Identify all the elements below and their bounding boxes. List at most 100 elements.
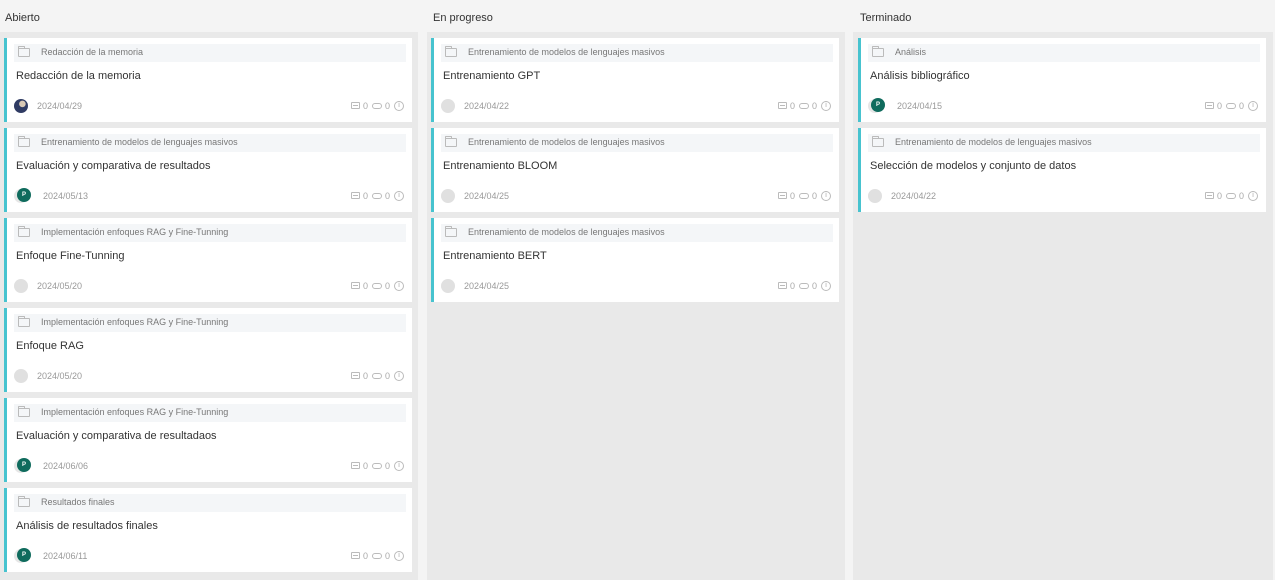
- comment-count: 0: [362, 100, 368, 111]
- avatar-placeholder[interactable]: [14, 279, 28, 293]
- card-title[interactable]: Entrenamiento BERT: [443, 250, 547, 262]
- card-title[interactable]: Entrenamiento BLOOM: [443, 160, 557, 172]
- comment-count: 0: [789, 190, 795, 201]
- comment-count: 0: [362, 370, 368, 381]
- category-tag[interactable]: Implementación enfoques RAG y Fine-Tunni…: [14, 224, 406, 242]
- folder-icon: [445, 136, 457, 147]
- attachment-icon[interactable]: [1225, 102, 1236, 109]
- task-card[interactable]: Implementación enfoques RAG y Fine-Tunni…: [4, 398, 412, 482]
- info-icon[interactable]: i: [394, 100, 404, 111]
- avatar-initial: P: [871, 98, 885, 112]
- avatar-placeholder[interactable]: [868, 189, 882, 203]
- info-icon[interactable]: i: [394, 460, 404, 471]
- category-tag[interactable]: Entrenamiento de modelos de lenguajes ma…: [441, 44, 833, 62]
- avatar[interactable]: P: [14, 188, 31, 203]
- task-card[interactable]: Implementación enfoques RAG y Fine-Tunni…: [4, 218, 412, 302]
- avatar-initial: P: [17, 458, 31, 472]
- info-icon[interactable]: i: [1248, 190, 1258, 201]
- task-card[interactable]: Entrenamiento de modelos de lenguajes ma…: [4, 128, 412, 212]
- comment-icon[interactable]: [1204, 102, 1214, 110]
- category-tag[interactable]: Implementación enfoques RAG y Fine-Tunni…: [14, 404, 406, 422]
- category-tag[interactable]: Análisis: [868, 44, 1260, 62]
- task-card[interactable]: Entrenamiento de modelos de lenguajes ma…: [431, 128, 839, 212]
- avatar-placeholder[interactable]: [14, 369, 28, 383]
- attachment-icon[interactable]: [371, 462, 382, 469]
- attachment-icon[interactable]: [371, 192, 382, 199]
- card-title[interactable]: Evaluación y comparativa de resultadaos: [16, 430, 217, 442]
- card-title[interactable]: Análisis bibliográfico: [870, 70, 970, 82]
- attachment-icon[interactable]: [798, 102, 809, 109]
- category-label: Implementación enfoques RAG y Fine-Tunni…: [41, 407, 229, 417]
- task-card[interactable]: Entrenamiento de modelos de lenguajes ma…: [431, 38, 839, 122]
- card-title[interactable]: Enfoque RAG: [16, 340, 84, 352]
- info-icon[interactable]: i: [1248, 100, 1258, 111]
- attachment-icon[interactable]: [798, 282, 809, 289]
- card-title[interactable]: Selección de modelos y conjunto de datos: [870, 160, 1076, 172]
- comment-icon[interactable]: [1204, 192, 1214, 200]
- category-tag[interactable]: Entrenamiento de modelos de lenguajes ma…: [868, 134, 1260, 152]
- attachment-icon[interactable]: [1225, 192, 1236, 199]
- info-icon[interactable]: i: [394, 370, 404, 381]
- info-icon[interactable]: i: [821, 190, 831, 201]
- comment-icon[interactable]: [350, 462, 360, 470]
- attachment-icon[interactable]: [371, 102, 382, 109]
- task-card[interactable]: Entrenamiento de modelos de lenguajes ma…: [431, 218, 839, 302]
- info-icon[interactable]: i: [821, 280, 831, 291]
- category-tag[interactable]: Entrenamiento de modelos de lenguajes ma…: [441, 134, 833, 152]
- folder-icon: [445, 46, 457, 57]
- comment-count: 0: [362, 550, 368, 561]
- category-label: Resultados finales: [41, 497, 115, 507]
- comment-icon[interactable]: [350, 102, 360, 110]
- info-icon[interactable]: i: [394, 550, 404, 561]
- task-card[interactable]: Entrenamiento de modelos de lenguajes ma…: [858, 128, 1266, 212]
- comment-icon[interactable]: [350, 372, 360, 380]
- comment-icon[interactable]: [777, 192, 787, 200]
- avatar-placeholder[interactable]: [441, 189, 455, 203]
- info-icon[interactable]: i: [821, 100, 831, 111]
- attachment-icon[interactable]: [371, 372, 382, 379]
- comment-icon[interactable]: [350, 282, 360, 290]
- avatar[interactable]: P: [14, 458, 31, 473]
- category-tag[interactable]: Entrenamiento de modelos de lenguajes ma…: [14, 134, 406, 152]
- due-date: 2024/04/25: [464, 191, 510, 201]
- card-title[interactable]: Redacción de la memoria: [16, 70, 141, 82]
- attachment-icon[interactable]: [371, 282, 382, 289]
- kanban-board: Abierto Redacción de la memoria Redacció…: [0, 0, 1275, 580]
- task-card[interactable]: Análisis Análisis bibliográfico P 2024/0…: [858, 38, 1266, 122]
- task-card[interactable]: Resultados finales Análisis de resultado…: [4, 488, 412, 572]
- info-icon[interactable]: i: [394, 280, 404, 291]
- card-meta: 00i: [777, 100, 831, 112]
- category-label: Análisis: [895, 47, 927, 57]
- card-title[interactable]: Evaluación y comparativa de resultados: [16, 160, 210, 172]
- due-date: 2024/04/25: [464, 281, 510, 291]
- comment-icon[interactable]: [350, 552, 360, 560]
- task-card[interactable]: Redacción de la memoria Redacción de la …: [4, 38, 412, 122]
- category-tag[interactable]: Resultados finales: [14, 494, 406, 512]
- category-tag[interactable]: Redacción de la memoria: [14, 44, 406, 62]
- card-title[interactable]: Entrenamiento GPT: [443, 70, 540, 82]
- avatar[interactable]: P: [868, 98, 885, 113]
- category-label: Entrenamiento de modelos de lenguajes ma…: [468, 227, 665, 237]
- attachment-icon[interactable]: [371, 552, 382, 559]
- avatar[interactable]: P: [14, 548, 31, 563]
- avatar-placeholder[interactable]: [441, 99, 455, 113]
- column-open: Abierto Redacción de la memoria Redacció…: [0, 0, 420, 580]
- card-title[interactable]: Enfoque Fine-Tunning: [16, 250, 124, 262]
- attachment-icon[interactable]: [798, 192, 809, 199]
- card-meta: 00i: [350, 460, 404, 472]
- category-tag[interactable]: Implementación enfoques RAG y Fine-Tunni…: [14, 314, 406, 332]
- attachment-count: 0: [384, 190, 390, 201]
- comment-icon[interactable]: [350, 192, 360, 200]
- info-icon[interactable]: i: [394, 190, 404, 201]
- task-card[interactable]: Implementación enfoques RAG y Fine-Tunni…: [4, 308, 412, 392]
- category-tag[interactable]: Entrenamiento de modelos de lenguajes ma…: [441, 224, 833, 242]
- comment-icon[interactable]: [777, 102, 787, 110]
- card-meta: 00i: [350, 370, 404, 382]
- comment-icon[interactable]: [777, 282, 787, 290]
- card-title[interactable]: Análisis de resultados finales: [16, 520, 158, 532]
- avatar[interactable]: [14, 99, 28, 113]
- column-done: Terminado Análisis Análisis bibliográfic…: [853, 0, 1275, 580]
- due-date: 2024/04/22: [891, 191, 937, 201]
- category-label: Entrenamiento de modelos de lenguajes ma…: [468, 47, 665, 57]
- avatar-placeholder[interactable]: [441, 279, 455, 293]
